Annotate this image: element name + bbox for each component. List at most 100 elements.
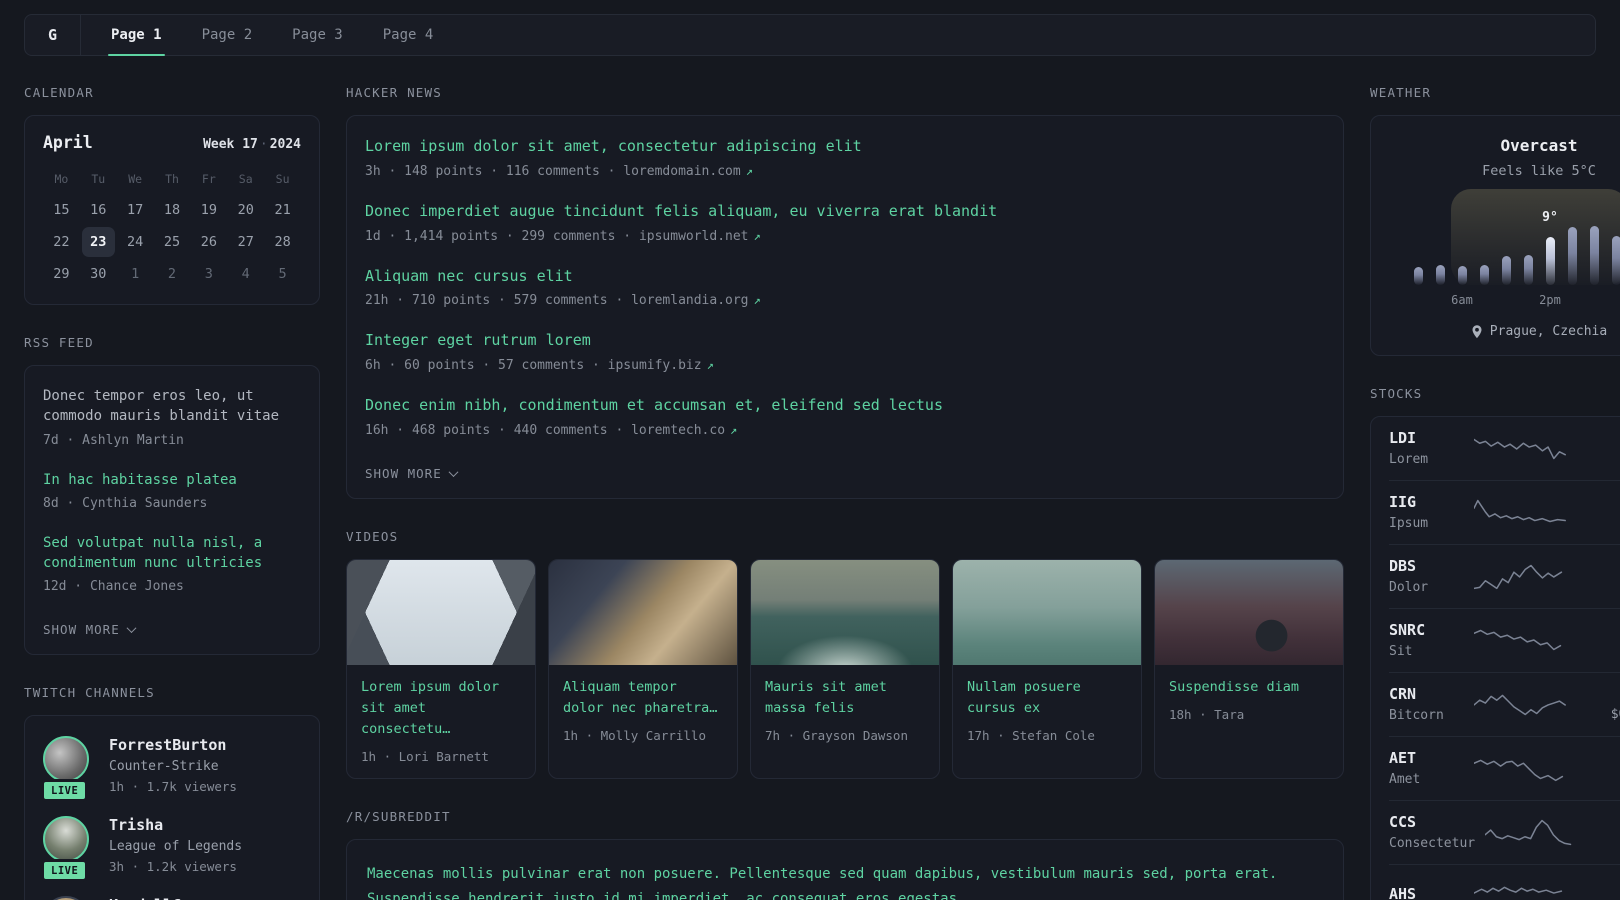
video-card-meta: 7h · Grayson Dawson	[765, 727, 908, 743]
weather-bar	[1611, 236, 1620, 285]
show-more-label: SHOW MORE	[365, 465, 442, 481]
twitch-channel-game: League of Legends	[109, 839, 243, 855]
hn-item-domain[interactable]: loremdomain.com	[623, 164, 740, 179]
weather-title: WEATHER	[1370, 85, 1432, 100]
video-card[interactable]: Mauris sit amet massa felis 7h · Grayson …	[750, 558, 940, 779]
video-thumbnail[interactable]	[751, 559, 939, 665]
video-card[interactable]: Lorem ipsum dolor sit amet consectetu… 1h…	[346, 558, 536, 779]
stock-row[interactable]: CRN Bitcorn -1.00% $66,171.48	[1389, 672, 1620, 736]
hn-item-meta-text: 3h · 148 points · 116 comments ·	[365, 163, 624, 179]
hn-item-title[interactable]: Aliquam nec cursus elit	[365, 266, 1325, 288]
weather-condition: Overcast	[1500, 136, 1578, 155]
stock-value-cell: +1.36% $148.64	[1579, 622, 1620, 658]
calendar-day: 1	[131, 266, 140, 282]
calendar-year: 2024	[269, 137, 301, 152]
live-badge: LIVE	[41, 859, 89, 883]
stock-name: Lorem	[1389, 452, 1429, 467]
left-column: CALENDAR April Week 17 · 2024 Mo Tu We Th Fr Sa…	[24, 85, 320, 900]
video-thumbnail[interactable]	[347, 559, 535, 665]
rss-item-title[interactable]: In hac habitasse platea	[43, 470, 301, 490]
stock-value-cell: +0.92% $499.72	[1579, 750, 1620, 786]
video-thumbnail[interactable]	[549, 559, 737, 665]
video-card[interactable]: Nullam posuere cursus ex 17h · Stefan Col…	[952, 558, 1142, 779]
stock-row[interactable]: CCS Consectetur +0.51% $165.84	[1389, 800, 1620, 864]
rss-card: Donec tempor eros leo, ut commodo mauris…	[24, 365, 320, 656]
rss-item: Sed volutpat nulla nisl, a condimentum n…	[43, 533, 301, 595]
stock-row[interactable]: DBS Dolor +1.42% $156.28	[1389, 544, 1620, 608]
hackernews-card: Lorem ipsum dolor sit amet, consectetur …	[346, 115, 1344, 499]
weather-bar	[1567, 227, 1577, 285]
avatar-image[interactable]	[43, 736, 89, 783]
video-card[interactable]: Suspendisse diam 18h · Tara	[1154, 558, 1344, 779]
rss-item-title[interactable]: Donec tempor eros leo, ut commodo mauris…	[43, 386, 301, 427]
twitch-channel-name[interactable]: Trisha	[109, 816, 242, 834]
weather-bar	[1545, 237, 1555, 285]
hn-item-meta: 1d · 1,414 points · 299 comments · ipsum…	[365, 229, 1325, 244]
rss-show-more-button[interactable]: SHOW MORE	[43, 622, 137, 637]
rss-widget: RSS FEED Donec tempor eros leo, ut commo…	[24, 335, 320, 656]
video-card-title[interactable]: Aliquam tempor dolor nec pharetra…	[563, 677, 723, 719]
calendar-day: 16	[90, 202, 107, 218]
hn-item-title[interactable]: Integer eget rutrum lorem	[365, 330, 1325, 352]
avatar-image[interactable]	[43, 816, 89, 863]
hn-item-domain[interactable]: loremlandia.org	[631, 293, 748, 308]
weather-widget: WEATHER Overcast Feels like 5°C 9° 6am 2p…	[1370, 85, 1620, 356]
hn-item-domain[interactable]: loremtech.co	[631, 423, 725, 438]
weather-bar	[1435, 265, 1445, 285]
weather-location-label: Prague, Czechia	[1489, 324, 1608, 339]
weather-bar	[1523, 255, 1533, 285]
video-card-title[interactable]: Lorem ipsum dolor sit amet consectetu…	[361, 677, 521, 740]
weather-location: Prague, Czechia	[1371, 324, 1620, 339]
subreddit-post-title[interactable]: Maecenas mollis pulvinar erat non posuer…	[367, 862, 1323, 900]
twitch-channel[interactable]: LIVE Trisha League of Legends 3h · 1.2k vie…	[41, 816, 301, 883]
hn-item-title[interactable]: Donec imperdiet augue tincidunt felis al…	[365, 201, 1325, 223]
video-thumbnail[interactable]	[953, 559, 1141, 665]
stock-symbol-cell: AET Amet	[1389, 749, 1464, 787]
hackernews-show-more-button[interactable]: SHOW MORE	[365, 465, 459, 481]
video-card-title[interactable]: Nullam posuere cursus ex	[967, 677, 1127, 719]
twitch-channel-name[interactable]: ForrestBurton	[109, 736, 237, 754]
hn-item-meta: 16h · 468 points · 440 comments · loremt…	[365, 423, 1325, 438]
calendar-weekday: Sa	[238, 172, 253, 186]
video-card-title[interactable]: Suspendisse diam	[1169, 677, 1329, 698]
calendar-day: 20	[237, 202, 254, 218]
video-card-body: Lorem ipsum dolor sit amet consectetu… 1h…	[347, 665, 535, 778]
stock-row[interactable]: SNRC Sit +1.36% $148.64	[1389, 608, 1620, 672]
twitch-channel-name[interactable]: KendallCarr	[109, 896, 208, 900]
twitch-channel[interactable]: KendallCarr	[43, 896, 301, 900]
calendar-day: 19	[200, 202, 217, 218]
tab-page-3[interactable]: Page 3	[279, 15, 356, 55]
stock-price: $156.28	[1579, 579, 1620, 594]
calendar-day: 18	[163, 202, 181, 218]
video-card-title[interactable]: Mauris sit amet massa felis	[765, 677, 925, 719]
hn-item-domain[interactable]: ipsumify.biz	[608, 358, 702, 373]
video-card[interactable]: Aliquam tempor dolor nec pharetra… 1h · M…	[548, 558, 738, 779]
calendar-header: April Week 17 · 2024	[43, 133, 301, 152]
hn-item-title[interactable]: Lorem ipsum dolor sit amet, consectetur …	[365, 136, 1325, 158]
twitch-channel[interactable]: LIVE ForrestBurton Counter-Strike 1h · 1.7k…	[41, 736, 301, 803]
weather-bar	[1501, 256, 1511, 285]
hn-item-meta: 21h · 710 points · 579 comments · loreml…	[365, 293, 1325, 308]
tab-page-4[interactable]: Page 4	[370, 15, 447, 55]
stock-price: $148.64	[1579, 643, 1620, 658]
rss-item-title[interactable]: Sed volutpat nulla nisl, a condimentum n…	[43, 533, 301, 574]
stock-row[interactable]: IIG Ipsum +2.84% $42.04	[1389, 480, 1620, 544]
rss-title: RSS FEED	[24, 335, 94, 350]
weather-time-labels: 6am2pm10pm	[1414, 293, 1620, 309]
twitch-widget: TWITCH CHANNELS LIVE ForrestBurton Counter…	[24, 685, 320, 900]
calendar-weekday: Mo	[54, 172, 69, 186]
stock-row[interactable]: LDI Lorem +4.35% $795.18	[1389, 417, 1620, 480]
stock-row[interactable]: AHS +0.46%	[1389, 864, 1620, 900]
video-thumbnail[interactable]	[1155, 559, 1343, 665]
external-link-icon: ↗	[706, 358, 714, 372]
tab-page-1[interactable]: Page 1	[98, 15, 175, 56]
hn-item-title[interactable]: Donec enim nibh, condimentum et accumsan…	[365, 395, 1325, 417]
hn-item-domain[interactable]: ipsumworld.net	[639, 229, 749, 244]
calendar-weekday-row: Mo Tu We Th Fr Sa Su	[43, 166, 301, 194]
video-card-body: Suspendisse diam 18h · Tara	[1155, 665, 1343, 736]
stock-row[interactable]: AET Amet +0.92% $499.72	[1389, 736, 1620, 800]
stock-value-cell: +2.84% $42.04	[1579, 494, 1620, 530]
hackernews-title: HACKER NEWS	[346, 85, 442, 100]
avatar-image[interactable]	[43, 896, 89, 900]
tab-page-2[interactable]: Page 2	[189, 15, 266, 55]
